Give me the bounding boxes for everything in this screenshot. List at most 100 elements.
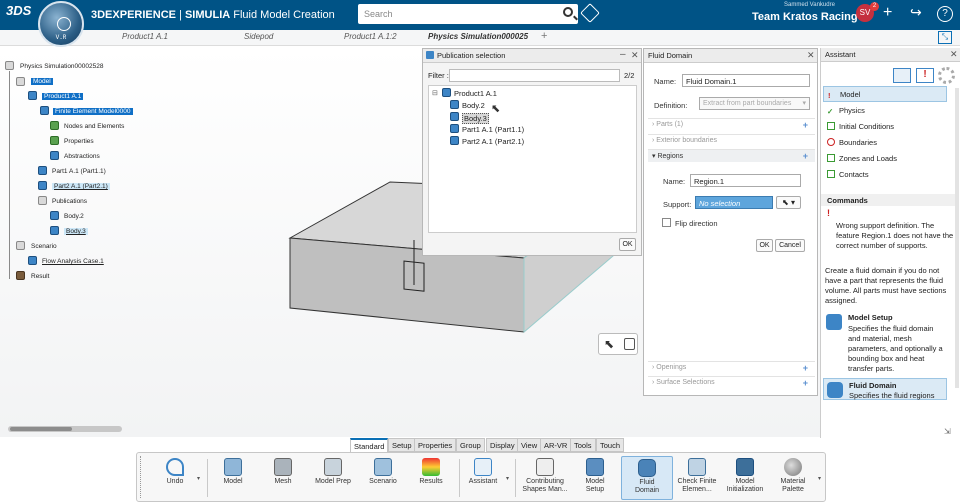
assistant-item-contacts[interactable]: Contacts <box>823 167 947 183</box>
tab-standard[interactable]: Standard <box>350 438 389 452</box>
tree-item-body2[interactable]: Body.2 <box>64 213 84 220</box>
scenario-button[interactable]: Scenario <box>357 456 409 486</box>
assistant-item-physics[interactable]: ✓ Physics <box>823 103 947 119</box>
add-part-icon[interactable]: + <box>803 120 808 130</box>
tree-scrollbar[interactable] <box>8 426 122 432</box>
undo-menu-icon[interactable]: ▾ <box>197 475 200 482</box>
tree-item-publications[interactable]: Publications <box>52 198 87 205</box>
tab-touch[interactable]: Touch <box>596 438 625 452</box>
compass-widget[interactable]: V.R <box>38 1 84 47</box>
tree-item-properties[interactable]: Properties <box>64 138 94 145</box>
fluid-domain-button[interactable]: Fluid Domain <box>621 456 673 500</box>
tree-item-product1[interactable]: Product1 A.1 <box>42 93 84 100</box>
tree-item-flow-case[interactable]: Flow Analysis Case.1 <box>42 258 104 265</box>
model-setup-icon[interactable] <box>826 314 842 330</box>
mesh-button[interactable]: Mesh <box>257 456 309 486</box>
settings-gear-icon[interactable] <box>938 67 955 84</box>
search-icon[interactable] <box>563 7 573 17</box>
list-view-icon[interactable] <box>893 68 911 83</box>
user-area[interactable]: Sammed Vankudre Team Kratos Racing ⌄ <box>752 2 870 23</box>
support-mode-button[interactable]: ⬉ ▾ <box>776 196 801 209</box>
new-tab-icon[interactable]: + <box>541 30 547 42</box>
play-icon[interactable] <box>57 17 71 31</box>
region-name-field[interactable]: Region.1 <box>690 174 801 187</box>
contributing-shapes-button[interactable]: Contributing Shapes Man... <box>519 456 571 494</box>
assistant-menu-icon[interactable]: ▾ <box>506 475 509 482</box>
alert-icon[interactable]: ! <box>916 68 934 83</box>
tree-root[interactable]: Physics Simulation00002528 <box>20 63 103 70</box>
add-surface-icon[interactable]: + <box>803 378 808 388</box>
assistant-scrollbar[interactable] <box>955 88 959 388</box>
definition-select[interactable]: Extract from part boundaries ▾ <box>699 97 810 110</box>
tab-physics-simulation[interactable]: Physics Simulation000025 <box>428 32 528 41</box>
tree-item-scenario[interactable]: Scenario <box>31 243 57 250</box>
tab-sidepod[interactable]: Sidepod <box>244 32 273 41</box>
list-item-body2[interactable]: Body.2 <box>462 101 485 110</box>
tree-item-part2[interactable]: Part2 A.1 (Part2.1) <box>52 183 110 190</box>
tab-product1-2[interactable]: Product1 A.1:2 <box>344 32 397 41</box>
assistant-item-model[interactable]: ! Model <box>823 86 947 102</box>
region-ok-button[interactable]: OK <box>756 239 773 252</box>
tree-item-fem[interactable]: Finite Element Model0000 <box>53 108 133 115</box>
section-regions[interactable]: ▾ Regions + <box>648 149 815 162</box>
check-finite-elements-button[interactable]: Check Finite Elemen... <box>671 456 723 494</box>
model-setup-title[interactable]: Model Setup <box>848 313 893 323</box>
collapse-icon[interactable]: ⊟ <box>432 89 438 97</box>
assistant-button[interactable]: Assistant <box>457 456 509 486</box>
tab-product1[interactable]: Product1 A.1 <box>122 32 168 41</box>
model-setup-button[interactable]: Model Setup <box>569 456 621 494</box>
expand-panel-icon[interactable]: ⇲ <box>944 427 951 436</box>
tree-item-model[interactable]: Model <box>31 78 53 85</box>
tab-display[interactable]: Display <box>486 438 519 452</box>
section-surface[interactable]: › Surface Selections + <box>648 376 815 389</box>
model-prep-button[interactable]: Model Prep <box>307 456 359 486</box>
tab-tools[interactable]: Tools <box>570 438 596 452</box>
filter-input[interactable] <box>449 69 620 82</box>
tree-item-part1[interactable]: Part1 A.1 (Part1.1) <box>52 168 106 175</box>
assistant-item-initial-conditions[interactable]: Initial Conditions <box>823 119 947 135</box>
more-actions-icon[interactable]: ▾ <box>818 475 821 482</box>
section-exterior[interactable]: › Exterior boundaries <box>648 134 815 147</box>
tab-ar-vr[interactable]: AR-VR <box>540 438 572 452</box>
region-cancel-button[interactable]: Cancel <box>775 239 805 252</box>
ds-logo[interactable]: 3DS <box>6 3 31 18</box>
section-openings[interactable]: › Openings + <box>648 361 815 374</box>
assistant-item-zones-loads[interactable]: Zones and Loads <box>823 151 947 167</box>
cursor-select-icon[interactable]: ⬉ <box>604 337 614 351</box>
tab-group[interactable]: Group <box>456 438 485 452</box>
share-icon[interactable]: ↪ <box>910 4 922 21</box>
close-icon[interactable]: ✕ <box>950 49 958 60</box>
material-palette-button[interactable]: Material Palette <box>767 456 819 494</box>
list-item-body3[interactable]: Body.3 <box>462 113 489 124</box>
list-item-product1[interactable]: Product1 A.1 <box>454 89 497 98</box>
fullscreen-icon[interactable]: ⤡ <box>938 31 952 44</box>
minimize-icon[interactable]: – <box>620 49 626 60</box>
add-opening-icon[interactable]: + <box>803 363 808 373</box>
drag-handle[interactable] <box>140 456 144 498</box>
model-button[interactable]: Model <box>207 456 259 486</box>
search-input[interactable]: Search <box>358 4 578 24</box>
model-initialization-button[interactable]: Model Initialization <box>719 456 771 494</box>
tab-setup[interactable]: Setup <box>388 438 416 452</box>
results-button[interactable]: Results <box>405 456 457 486</box>
team-name[interactable]: Team Kratos Racing ⌄ <box>752 10 870 23</box>
section-parts[interactable]: › Parts (1) + <box>648 118 815 131</box>
add-region-icon[interactable]: + <box>803 151 808 161</box>
assistant-item-boundaries[interactable]: Boundaries <box>823 135 947 151</box>
close-icon[interactable]: ✕ <box>631 50 639 61</box>
tree-item-result[interactable]: Result <box>31 273 49 280</box>
undo-button[interactable]: Undo <box>149 456 201 486</box>
flip-direction-checkbox[interactable] <box>662 218 671 227</box>
ok-button[interactable]: OK <box>619 238 636 251</box>
list-item-part2[interactable]: Part2 A.1 (Part2.1) <box>462 137 524 146</box>
close-icon[interactable]: ✕ <box>807 50 815 61</box>
fluid-domain-command[interactable]: Fluid Domain Specifies the fluid regions <box>823 378 947 400</box>
tree-item-nodes[interactable]: Nodes and Elements <box>64 123 124 130</box>
support-selector[interactable]: No selection <box>695 196 773 209</box>
tree-item-body3[interactable]: Body.3 <box>64 228 88 235</box>
name-field[interactable]: Fluid Domain.1 <box>682 74 810 87</box>
list-item-part1[interactable]: Part1 A.1 (Part1.1) <box>462 125 524 134</box>
box-select-icon[interactable] <box>624 338 635 350</box>
tab-view[interactable]: View <box>517 438 542 452</box>
tree-item-abstractions[interactable]: Abstractions <box>64 153 100 160</box>
